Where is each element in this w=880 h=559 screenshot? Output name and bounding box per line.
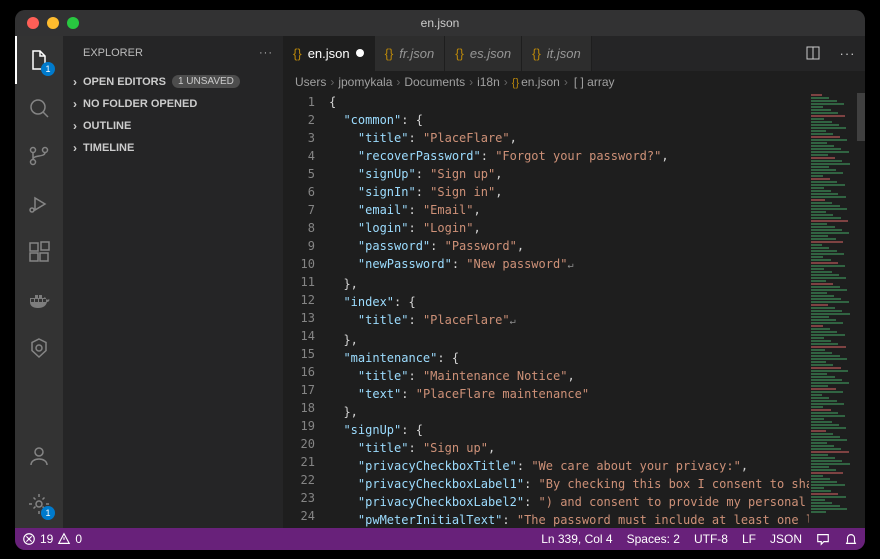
chevron-right-icon: › — [67, 97, 83, 111]
tab-label: fr.json — [399, 46, 434, 61]
minimize-window-button[interactable] — [47, 17, 59, 29]
activity-search[interactable] — [15, 84, 63, 132]
dirty-indicator-icon — [356, 49, 364, 57]
json-file-icon: {} — [293, 46, 302, 61]
breadcrumb-segment[interactable]: Documents — [404, 75, 465, 89]
breadcrumbs[interactable]: Users › jpomykala › Documents › i18n › {}en.json… — [283, 71, 865, 93]
status-encoding[interactable]: UTF-8 — [687, 528, 735, 550]
tabs-row: {} en.json {} fr.json {} es.json {} it.json ··· — [283, 36, 865, 71]
titlebar[interactable]: en.json — [15, 10, 865, 36]
status-feedback[interactable] — [809, 528, 837, 550]
section-label: NO FOLDER OPENED — [83, 98, 197, 110]
play-debug-icon — [27, 192, 51, 216]
tab-fr-json[interactable]: {} fr.json — [375, 36, 446, 71]
activity-kubernetes[interactable] — [15, 324, 63, 372]
status-problems[interactable]: 19 0 — [15, 528, 89, 550]
unsaved-badge: 1 UNSAVED — [172, 75, 240, 88]
breadcrumb-segment[interactable]: i18n — [477, 75, 500, 89]
breadcrumb-separator: › — [396, 75, 400, 89]
chevron-right-icon: › — [67, 75, 83, 89]
statusbar: 19 0 Ln 339, Col 4 Spaces: 2 UTF-8 LF JS… — [15, 528, 865, 550]
search-icon — [27, 96, 51, 120]
breadcrumb-separator: › — [504, 75, 508, 89]
tab-en-json[interactable]: {} en.json — [283, 36, 375, 71]
split-icon — [805, 45, 821, 61]
section-label: OUTLINE — [83, 120, 131, 132]
error-circle-icon — [22, 532, 36, 546]
breadcrumb-segment[interactable]: jpomykala — [338, 75, 392, 89]
section-open-editors[interactable]: › OPEN EDITORS 1 UNSAVED — [63, 71, 283, 93]
json-file-icon: {} — [532, 46, 541, 61]
maximize-window-button[interactable] — [67, 17, 79, 29]
editor-body[interactable]: 1234567891011121314151617181920212223242… — [283, 93, 865, 528]
tab-label: en.json — [308, 46, 350, 61]
code-content[interactable]: { "common": { "title": "PlaceFlare", "re… — [329, 93, 809, 528]
minimap[interactable] — [809, 93, 865, 528]
activity-settings[interactable]: 1 — [15, 480, 63, 528]
breadcrumb-separator: › — [564, 75, 568, 89]
branch-icon — [27, 144, 51, 168]
sidebar-title: EXPLORER — [83, 47, 143, 59]
activity-bar: 1 — [15, 36, 63, 528]
sidebar: EXPLORER ··· › OPEN EDITORS 1 UNSAVED › … — [63, 36, 283, 528]
activity-extensions[interactable] — [15, 228, 63, 276]
sidebar-more-button[interactable]: ··· — [259, 47, 273, 59]
main-area: 1 — [15, 36, 865, 528]
chevron-right-icon: › — [67, 141, 83, 155]
docker-icon — [27, 288, 51, 312]
tab-label: es.json — [470, 46, 511, 61]
breadcrumb-separator: › — [330, 75, 334, 89]
feedback-icon — [816, 532, 830, 546]
kubernetes-icon — [27, 336, 51, 360]
chevron-right-icon: › — [67, 119, 83, 133]
section-label: TIMELINE — [83, 142, 134, 154]
bell-icon — [844, 532, 858, 546]
json-file-icon: {} — [385, 46, 394, 61]
warnings-count: 0 — [75, 532, 82, 546]
settings-badge: 1 — [41, 506, 55, 520]
breadcrumb-separator: › — [469, 75, 473, 89]
breadcrumb-segment[interactable]: {}en.json — [512, 75, 560, 89]
activity-docker[interactable] — [15, 276, 63, 324]
breadcrumb-segment[interactable]: [ ] array — [572, 75, 615, 89]
extensions-icon — [27, 240, 51, 264]
editor-window: en.json 1 — [15, 10, 865, 550]
split-editor-button[interactable] — [795, 36, 830, 71]
tab-it-json[interactable]: {} it.json — [522, 36, 592, 71]
status-lang[interactable]: JSON — [763, 528, 809, 550]
breadcrumb-segment[interactable]: Users — [295, 75, 326, 89]
traffic-lights — [15, 17, 79, 29]
tab-label: it.json — [547, 46, 581, 61]
activity-explorer[interactable]: 1 — [15, 36, 63, 84]
minimap-scroll-handle[interactable] — [857, 93, 865, 141]
tab-more-button[interactable]: ··· — [830, 36, 865, 71]
section-label: OPEN EDITORS — [83, 76, 166, 88]
section-timeline[interactable]: › TIMELINE — [63, 137, 283, 159]
activity-account[interactable] — [15, 432, 63, 480]
activity-debug[interactable] — [15, 180, 63, 228]
activity-source-control[interactable] — [15, 132, 63, 180]
status-eol[interactable]: LF — [735, 528, 763, 550]
status-bell[interactable] — [837, 528, 865, 550]
warning-icon — [57, 532, 71, 546]
section-outline[interactable]: › OUTLINE — [63, 115, 283, 137]
tab-es-json[interactable]: {} es.json — [445, 36, 522, 71]
close-window-button[interactable] — [27, 17, 39, 29]
account-icon — [27, 444, 51, 468]
sidebar-header: EXPLORER ··· — [63, 36, 283, 71]
status-cursor[interactable]: Ln 339, Col 4 — [534, 528, 619, 550]
json-file-icon: {} — [455, 46, 464, 61]
window-title: en.json — [421, 16, 460, 30]
problems-count: 19 — [40, 532, 53, 546]
explorer-badge: 1 — [41, 62, 55, 76]
section-no-folder[interactable]: › NO FOLDER OPENED — [63, 93, 283, 115]
line-gutter: 1234567891011121314151617181920212223242… — [283, 93, 329, 528]
editor-area: {}en.json{}fr.json{}es.json{}it.json ···… — [283, 36, 865, 528]
status-spaces[interactable]: Spaces: 2 — [620, 528, 687, 550]
